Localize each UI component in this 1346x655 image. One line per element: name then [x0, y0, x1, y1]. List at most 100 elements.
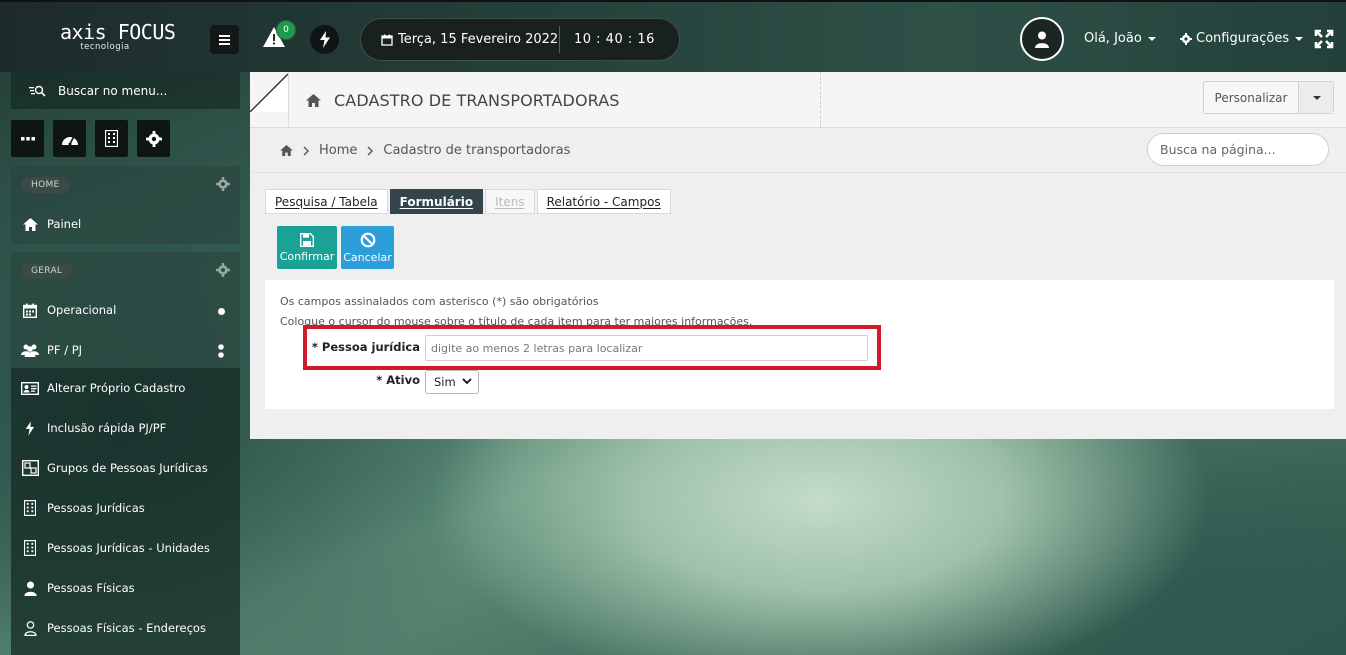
breadcrumb-bar: Home Cadastro de transportadoras	[250, 128, 1346, 173]
sidebar: Buscar no menu... HOME Painel GERAL Oper…	[0, 72, 250, 655]
users-icon	[21, 341, 39, 359]
confirm-button[interactable]: Confirmar	[277, 226, 337, 269]
user-avatar[interactable]	[1020, 17, 1064, 61]
breadcrumb-home-link[interactable]: Home	[319, 143, 357, 158]
form-actions: Confirmar Cancelar	[277, 226, 394, 269]
collapsed-indicator-icon	[218, 308, 225, 315]
user-menu[interactable]: Olá, João	[1084, 31, 1156, 46]
gear-icon[interactable]	[216, 263, 230, 277]
sidebar-item-inclusao-rapida[interactable]: Inclusão rápida PJ/PF	[11, 408, 240, 448]
logo-brand: axis FOCUS	[60, 20, 176, 44]
sidebar-item-label: Pessoas Jurídicas - Unidades	[47, 541, 210, 555]
personalize-button[interactable]: Personalizar	[1204, 82, 1299, 113]
confirm-label: Confirmar	[279, 249, 335, 263]
personalize-split-button[interactable]: Personalizar	[1203, 81, 1334, 114]
more-button[interactable]	[11, 120, 44, 157]
sidebar-item-alterar-cadastro[interactable]: Alterar Próprio Cadastro	[11, 368, 240, 408]
alert-count-badge: 0	[276, 20, 296, 40]
ativo-select-value: Sim	[434, 375, 456, 389]
sidebar-item-operacional[interactable]: Operacional	[11, 290, 240, 330]
dashboard-icon	[61, 136, 78, 145]
group-icon	[21, 459, 39, 477]
user-icon	[1035, 31, 1049, 48]
required-fields-note: Os campos assinalados com asterisco (*) …	[280, 295, 599, 308]
sidebar-item-grupos-pj[interactable]: Grupos de Pessoas Jurídicas	[11, 448, 240, 488]
id-card-icon	[21, 379, 39, 397]
user-icon	[21, 579, 39, 597]
menu-toggle-button[interactable]	[210, 25, 239, 54]
sidebar-item-pj-unidades[interactable]: Pessoas Jurídicas - Unidades	[11, 528, 240, 568]
personalize-dropdown-toggle[interactable]	[1299, 82, 1333, 113]
bolt-icon	[21, 419, 39, 437]
settings-menu[interactable]: Configurações	[1180, 31, 1304, 46]
dashboard-button[interactable]	[53, 120, 86, 157]
chevron-down-icon	[462, 378, 472, 385]
sidebar-item-label: Operacional	[47, 303, 117, 317]
ativo-select[interactable]: Sim	[425, 370, 479, 394]
sidebar-item-pessoas-juridicas[interactable]: Pessoas Jurídicas	[11, 488, 240, 528]
page-title-text: CADASTRO DE TRANSPORTADORAS	[334, 91, 620, 110]
building-icon	[21, 499, 39, 517]
save-icon	[300, 232, 314, 247]
fullscreen-button[interactable]	[1314, 29, 1334, 49]
chevron-right-icon	[367, 146, 374, 155]
chevron-down-icon	[1313, 95, 1321, 100]
search-menu-icon	[29, 85, 46, 97]
gear-icon	[1180, 32, 1192, 45]
general-section-header: GERAL	[11, 252, 240, 290]
tab-itens: Itens	[485, 189, 535, 214]
general-section-label: GERAL	[21, 263, 73, 279]
building-button[interactable]	[95, 120, 128, 157]
tab-pesquisa-tabela[interactable]: Pesquisa / Tabela	[265, 189, 388, 214]
sidebar-item-label: Alterar Próprio Cadastro	[47, 381, 186, 395]
chevron-down-icon	[1295, 36, 1304, 41]
sidebar-item-pf-pj[interactable]: PF / PJ	[11, 330, 240, 370]
sidebar-item-label: Painel	[47, 217, 82, 231]
home-icon[interactable]	[280, 145, 293, 156]
tab-formulario[interactable]: Formulário	[389, 189, 484, 214]
home-section-header: HOME	[11, 166, 240, 204]
breadcrumb: Home Cadastro de transportadoras	[280, 143, 570, 158]
header-dashed-divider	[820, 72, 821, 128]
quick-action-button[interactable]	[310, 25, 339, 54]
calendar-icon	[381, 34, 393, 46]
hamburger-icon	[219, 34, 230, 45]
user-outline-icon	[21, 619, 39, 637]
sidebar-item-pf-enderecos[interactable]: Pessoas Físicas - Endereços	[11, 608, 240, 648]
chevron-right-icon	[303, 146, 309, 155]
logo[interactable]: axis FOCUS tecnologia	[60, 20, 176, 52]
top-bar: axis FOCUS tecnologia 0 Terça, 15 Fevere…	[0, 0, 1346, 72]
breadcrumb-current: Cadastro de transportadoras	[383, 143, 571, 158]
calendar-icon	[21, 301, 39, 319]
gear-icon[interactable]	[216, 177, 230, 191]
sidebar-search[interactable]: Buscar no menu...	[11, 72, 240, 109]
date-text: Terça, 15 Fevereiro 2022	[398, 32, 559, 47]
time-text: 10 : 40 : 16	[574, 32, 655, 47]
tab-relatorio-campos[interactable]: Relatório - Campos	[536, 189, 671, 214]
page-search-input[interactable]	[1147, 133, 1329, 166]
gear-icon	[145, 130, 162, 147]
highlight-annotation	[303, 325, 881, 370]
home-icon	[21, 215, 39, 233]
sidebar-item-label: Pessoas Jurídicas	[47, 501, 145, 515]
settings-button[interactable]	[137, 120, 170, 157]
corner-fold-decoration	[250, 73, 289, 112]
ativo-label: * Ativo	[376, 373, 420, 387]
date-display: Terça, 15 Fevereiro 2022	[361, 32, 559, 47]
home-icon	[306, 94, 321, 107]
sidebar-item-painel[interactable]: Painel	[11, 204, 240, 244]
alerts-button[interactable]: 0	[262, 20, 296, 52]
page-title: CADASTRO DE TRANSPORTADORAS	[306, 91, 620, 110]
home-section-label: HOME	[21, 177, 70, 193]
header-divider	[288, 72, 289, 128]
sidebar-item-pessoas-fisicas[interactable]: Pessoas Físicas	[11, 568, 240, 608]
user-greeting: Olá, João	[1084, 31, 1142, 46]
cancel-button[interactable]: Cancelar	[341, 226, 394, 269]
main-content: CADASTRO DE TRANSPORTADORAS Personalizar…	[250, 72, 1346, 439]
home-section: HOME Painel	[11, 166, 240, 244]
page-header: CADASTRO DE TRANSPORTADORAS Personalizar	[250, 72, 1346, 128]
ellipsis-icon	[20, 136, 35, 140]
expanded-indicator-icon	[218, 344, 224, 358]
sidebar-item-label: Pessoas Físicas - Endereços	[47, 621, 206, 635]
sidebar-item-label: Grupos de Pessoas Jurídicas	[47, 461, 208, 475]
